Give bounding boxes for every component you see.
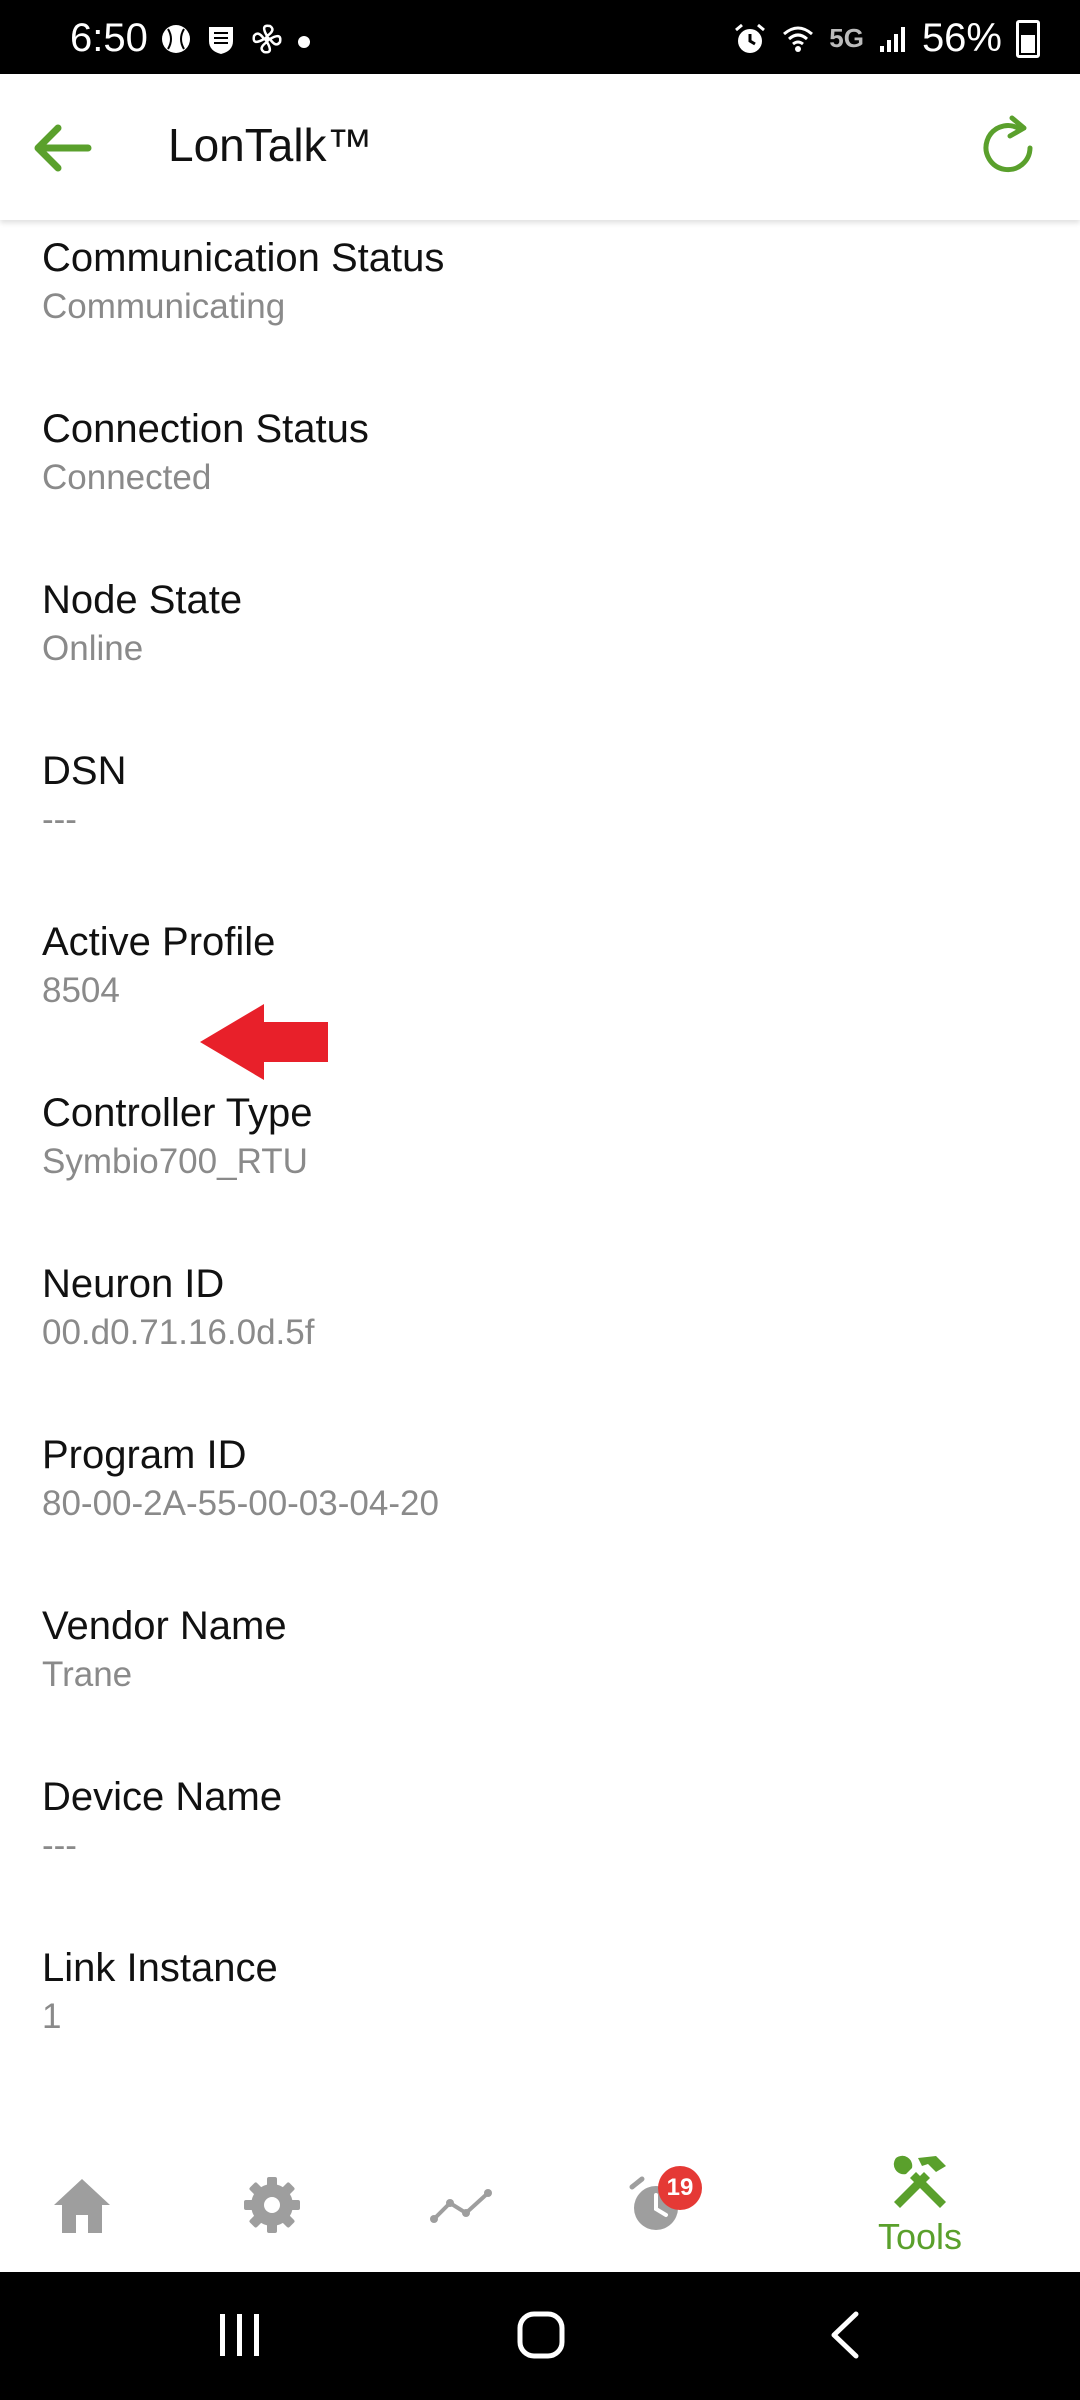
system-icons: 5G 56% <box>733 16 1040 61</box>
home-icon <box>54 2179 110 2233</box>
tools-label: Tools <box>877 2216 963 2257</box>
property-value: --- <box>42 800 77 839</box>
list-item: DSN --- <box>42 747 126 845</box>
hockey-league-icon <box>209 27 233 54</box>
property-value: 80-00-2A-55-00-03-04-20 <box>42 1484 439 1523</box>
list-item: Active Profile 8504 <box>42 918 275 1016</box>
red-arrow-annotation-icon <box>200 1004 328 1080</box>
property-value: --- <box>42 1826 77 1865</box>
back-icon[interactable] <box>826 2310 862 2360</box>
recent-apps-icon[interactable] <box>218 2312 262 2358</box>
property-label: Connection Status <box>42 407 369 451</box>
gear-icon <box>244 2177 300 2233</box>
property-label: DSN <box>42 749 127 793</box>
property-list[interactable]: Communication Status Communicating Conne… <box>0 220 1080 2138</box>
wifi-icon <box>783 26 814 52</box>
page-title: LonTalk™ <box>168 119 373 171</box>
nav-alarms[interactable]: 19 <box>606 2138 706 2272</box>
list-item: Controller Type Symbio700_RTU <box>42 1089 313 1187</box>
property-label: Communication Status <box>42 236 445 280</box>
nav-trends[interactable] <box>416 2138 508 2272</box>
baseball-icon <box>162 25 190 53</box>
property-label: Neuron ID <box>42 1262 225 1306</box>
property-label: Link Instance <box>42 1946 278 1990</box>
property-label: Program ID <box>42 1433 247 1477</box>
property-value: Trane <box>42 1655 133 1694</box>
fan-icon <box>252 24 282 54</box>
list-item: Neuron ID 00.d0.71.16.0d.5f <box>42 1260 314 1358</box>
status-bar: 6:50 5G 56% <box>0 0 1080 74</box>
property-label: Active Profile <box>42 920 276 964</box>
property-label: Device Name <box>42 1775 283 1819</box>
property-label: Vendor Name <box>42 1604 287 1648</box>
signal-icon <box>879 26 905 52</box>
list-item: Node State Online <box>42 576 242 674</box>
alarm-clock-icon <box>735 23 766 53</box>
list-item: Program ID 80-00-2A-55-00-03-04-20 <box>42 1431 439 1529</box>
property-label: Controller Type <box>42 1091 313 1135</box>
bottom-navigation: 19 Tools <box>0 2138 1080 2272</box>
tools-icon <box>893 2155 946 2208</box>
property-value: 1 <box>42 1997 62 2036</box>
alarm-count-badge: 19 <box>658 2166 702 2210</box>
refresh-icon[interactable] <box>972 112 1044 184</box>
network-type: 5G <box>829 23 864 53</box>
list-item: Vendor Name Trane <box>42 1602 287 1700</box>
battery-percent: 56% <box>921 16 1002 60</box>
list-item: Device Name --- <box>42 1773 282 1871</box>
home-button-icon[interactable] <box>516 2310 566 2360</box>
property-value: Communicating <box>42 287 286 326</box>
status-time: 6:50 <box>70 16 148 60</box>
list-item: Link Instance 1 <box>42 1944 278 2042</box>
system-navigation-bar <box>0 2272 1080 2400</box>
more-notifications-dot <box>298 36 310 48</box>
app-bar: LonTalk™ <box>0 74 1080 220</box>
back-arrow-icon[interactable] <box>30 118 94 178</box>
battery-icon <box>1016 19 1040 58</box>
list-item: Connection Status Connected <box>42 405 369 503</box>
list-item: Communication Status Communicating <box>42 234 444 332</box>
property-value: Symbio700_RTU <box>42 1142 308 1181</box>
property-value: Connected <box>42 458 212 497</box>
notification-icons <box>160 22 310 56</box>
property-value: Online <box>42 629 144 668</box>
nav-tools[interactable]: Tools <box>860 2138 980 2272</box>
trend-line-icon <box>430 2189 492 2223</box>
property-label: Node State <box>42 578 243 622</box>
property-value: 00.d0.71.16.0d.5f <box>42 1313 315 1352</box>
nav-home[interactable] <box>36 2138 128 2272</box>
nav-settings[interactable] <box>226 2138 318 2272</box>
